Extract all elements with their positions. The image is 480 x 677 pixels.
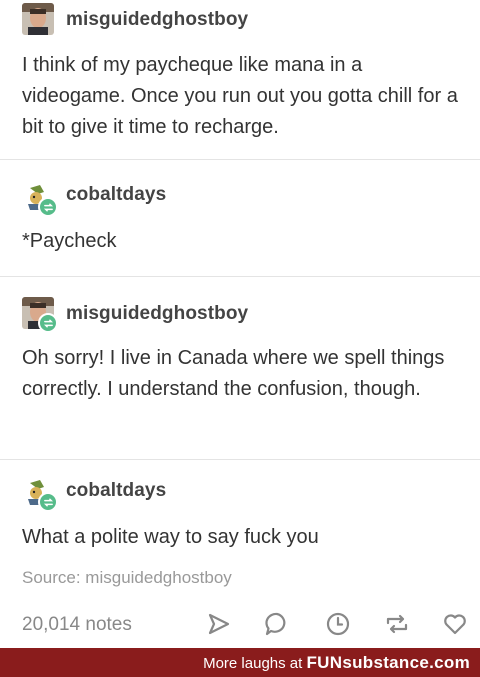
divider (0, 459, 480, 460)
clock-icon[interactable] (325, 611, 351, 637)
post-text: What a polite way to say fuck you (22, 526, 319, 548)
banner-prefix: More laughs at (203, 655, 303, 672)
divider (0, 159, 480, 160)
reblog-badge-icon (38, 313, 58, 333)
banner-text[interactable]: More laughs at FUNsubstance.com (203, 653, 470, 673)
avatar-misguidedghostboy[interactable] (22, 3, 54, 35)
reblog-icon[interactable] (384, 611, 410, 637)
heart-icon[interactable] (442, 611, 468, 637)
username[interactable]: cobaltdays (66, 480, 166, 502)
reply-icon[interactable] (264, 611, 290, 637)
username[interactable]: misguidedghostboy (66, 303, 248, 325)
reblog-badge-icon (38, 197, 58, 217)
post-text: Oh sorry! I live in Canada where we spel… (22, 347, 445, 400)
notes-count[interactable]: 20,014 notes (22, 614, 132, 636)
divider (0, 276, 480, 277)
post-text: I think of my paycheque like mana in a v… (22, 54, 458, 138)
banner-brand: FUNsubstance.com (306, 653, 470, 672)
reblog-badge-icon (38, 492, 58, 512)
source-link[interactable]: Source: misguidedghostboy (22, 568, 232, 588)
share-icon[interactable] (206, 611, 232, 637)
watermark-banner: More laughs at FUNsubstance.com (0, 648, 480, 677)
post-footer: 20,014 notes (0, 606, 480, 644)
username[interactable]: misguidedghostboy (66, 9, 248, 31)
username[interactable]: cobaltdays (66, 184, 166, 206)
post-text: *Paycheck (22, 230, 117, 252)
